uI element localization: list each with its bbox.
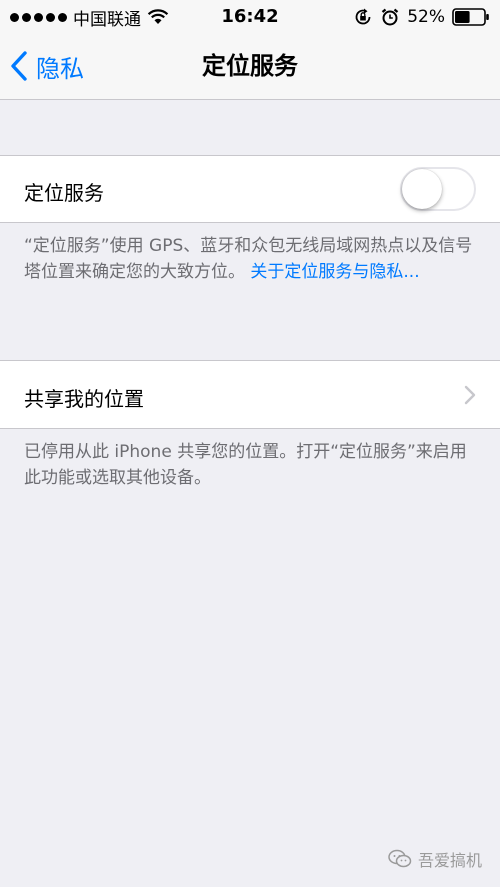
location-services-label: 定位服务: [24, 181, 104, 205]
battery-percentage: 52%: [407, 7, 445, 27]
share-location-footer: 已停用从此 iPhone 共享您的位置。打开“定位服务”来启用此功能或选取其他设…: [24, 442, 467, 488]
page-title: 定位服务: [202, 52, 298, 80]
about-location-privacy-link[interactable]: 关于定位服务与隐私...: [250, 262, 419, 282]
location-services-cell: 定位服务: [0, 155, 500, 223]
location-services-toggle[interactable]: [400, 167, 476, 211]
share-my-location-cell[interactable]: 共享我的位置: [0, 360, 500, 429]
status-right: 52%: [353, 5, 490, 29]
navigation-bar: 隐私 定位服务: [0, 34, 500, 100]
watermark: 吾爱搞机: [388, 847, 482, 871]
status-bar: 中国联通 16:42 52%: [0, 0, 500, 34]
chevron-right-icon: [464, 385, 476, 405]
battery-icon: [452, 8, 489, 26]
toggle-knob: [402, 169, 442, 209]
share-my-location-label: 共享我的位置: [24, 387, 144, 411]
watermark-text: 吾爱搞机: [417, 851, 482, 870]
orientation-lock-icon: [355, 8, 371, 25]
location-services-footer: “定位服务”使用 GPS、蓝牙和众包无线局域网热点以及信号塔位置来确定您的大致方…: [24, 233, 476, 285]
alarm-icon: [381, 8, 399, 26]
wechat-icon: [388, 849, 412, 868]
